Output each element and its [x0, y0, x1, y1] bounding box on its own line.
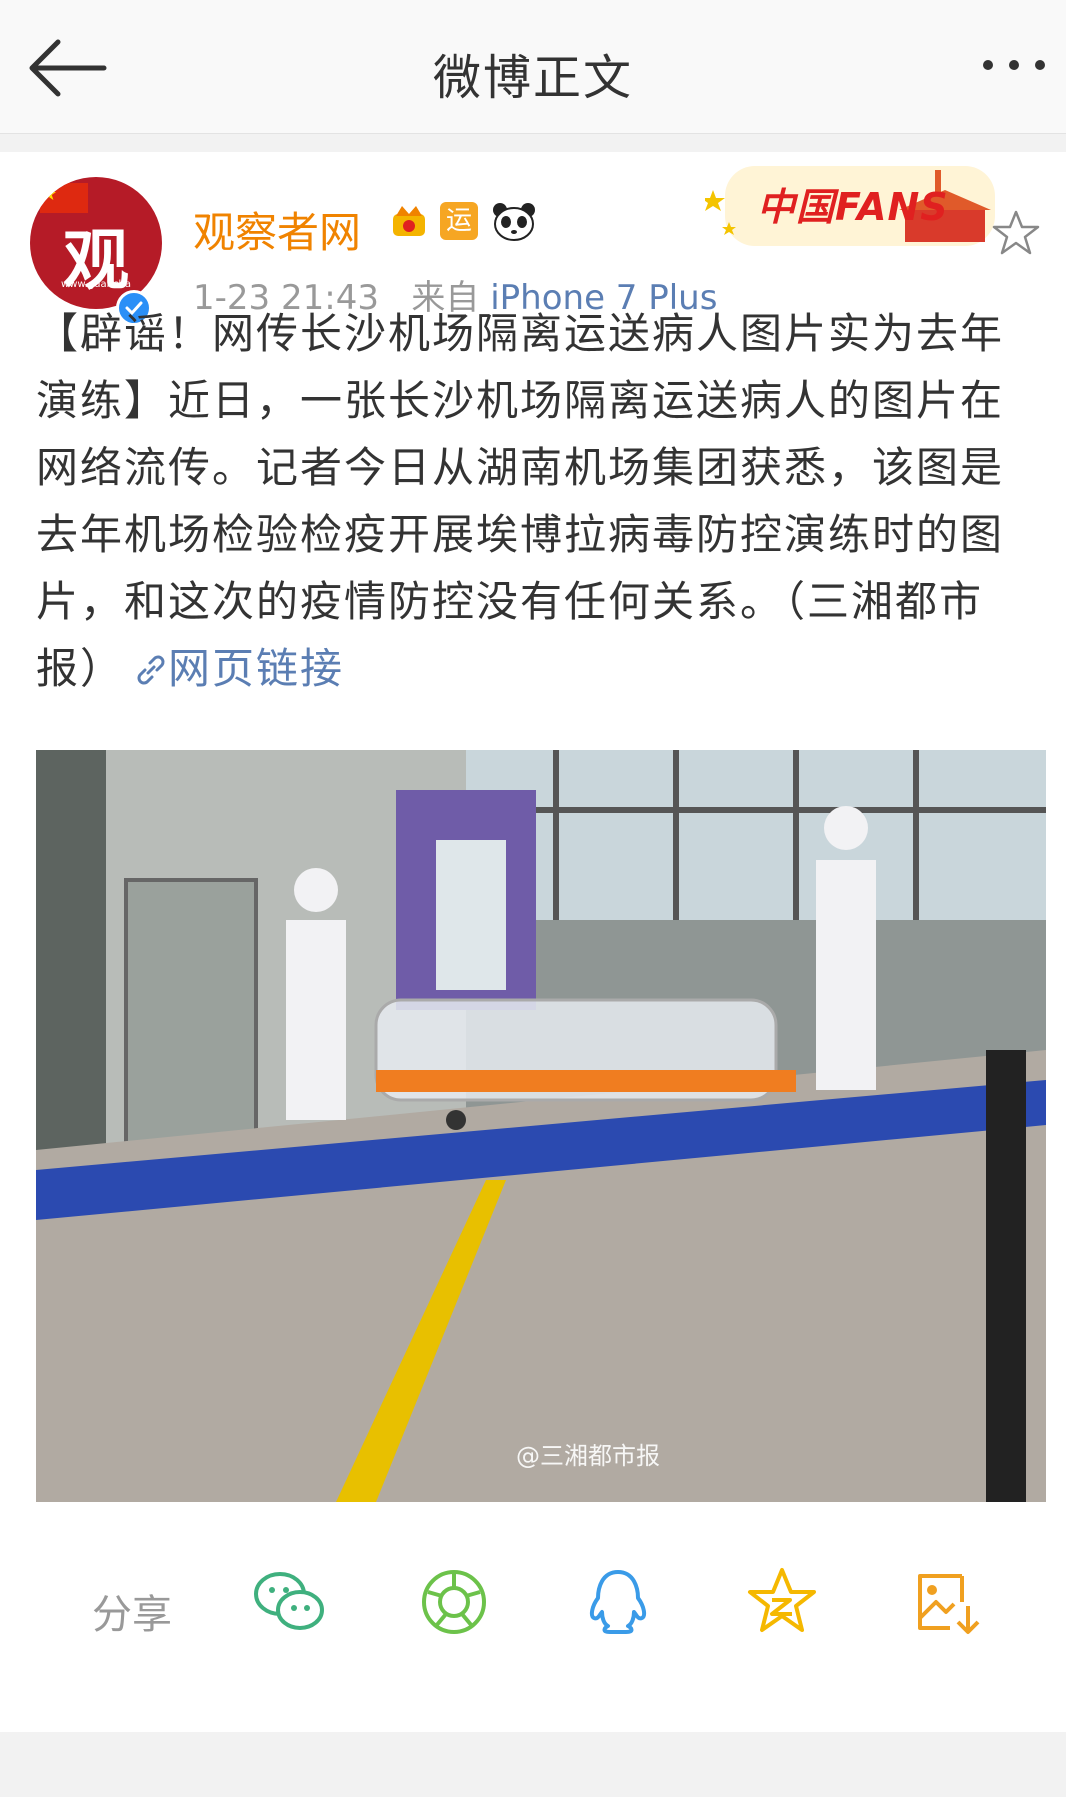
post-body: 【辟谣！网传长沙机场隔离运送病人图片实为去年演练】近日，一张长沙机场隔离运送病人… [36, 300, 1031, 702]
share-row: 分享 [0, 1562, 1066, 1662]
web-link[interactable]: 网页链接 [124, 644, 344, 693]
banner-text: 中国FANS [757, 185, 949, 229]
qq-share-icon[interactable] [578, 1562, 658, 1642]
page-title: 微博正文 [432, 50, 633, 106]
post-card: 观 www.guancha 观察者网 运 1-23 21:43 来自 iPhon… [0, 152, 1066, 1732]
moments-share-icon[interactable] [414, 1562, 494, 1642]
qzone-share-icon[interactable] [742, 1562, 822, 1642]
save-image-icon[interactable] [906, 1562, 986, 1642]
bottom-strip [0, 1757, 1066, 1797]
china-fans-banner[interactable]: 中国FANS [705, 160, 1005, 252]
airport-scene-image [36, 750, 1046, 1502]
post-image[interactable]: @三湘都市报 [36, 750, 1046, 1502]
link-icon [137, 655, 165, 685]
panda-badge-icon [493, 203, 535, 241]
web-link-label: 网页链接 [168, 644, 345, 693]
more-horizontal-icon[interactable] [978, 50, 1058, 80]
avatar[interactable]: 观 www.guancha [30, 177, 162, 309]
star-outline-icon[interactable] [990, 208, 1042, 260]
avatar-url-text: www.guancha [61, 279, 131, 290]
share-label: 分享 [92, 1592, 172, 1638]
yun-badge-icon: 运 [440, 202, 478, 240]
username[interactable]: 观察者网 [193, 199, 361, 260]
wechat-share-icon[interactable] [250, 1562, 330, 1642]
crown-badge-icon [393, 206, 425, 236]
post-body-text: 【辟谣！网传长沙机场隔离运送病人图片实为去年演练】近日，一张长沙机场隔离运送病人… [36, 309, 1005, 693]
image-watermark: @三湘都市报 [516, 1442, 660, 1470]
top-nav-bar: 微博正文 [0, 0, 1066, 134]
